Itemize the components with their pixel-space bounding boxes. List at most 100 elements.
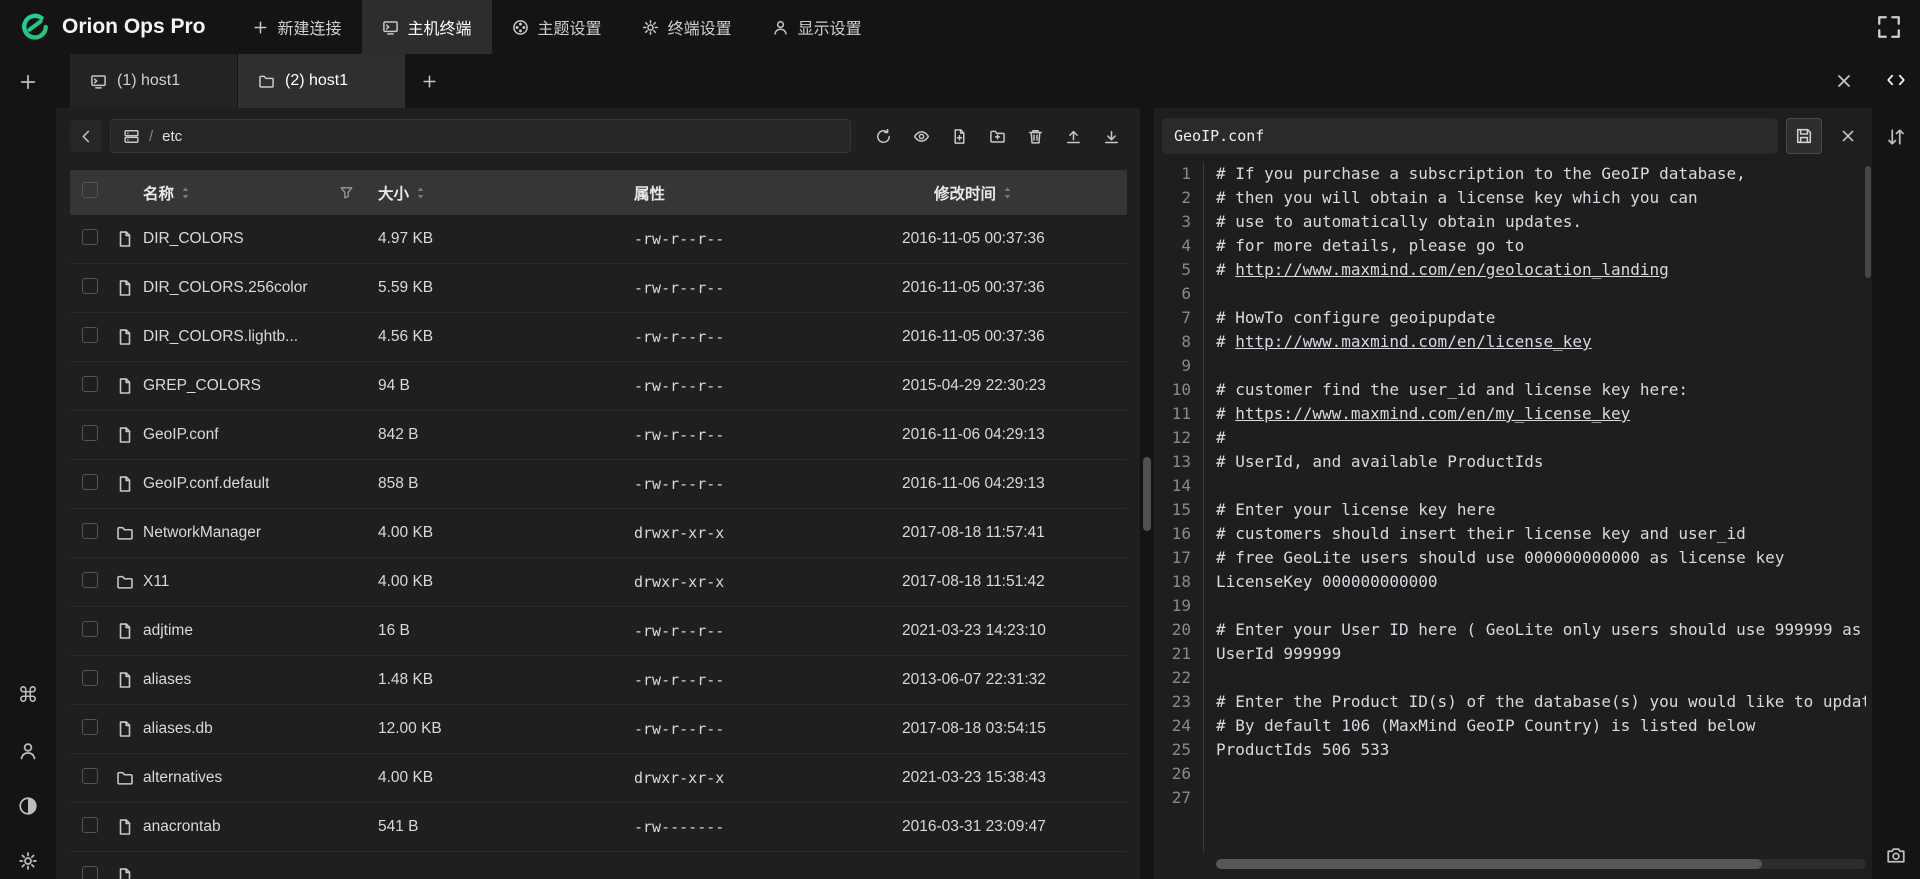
code-line[interactable]: # for more details, please go to (1216, 234, 1866, 258)
close-all-icon[interactable] (1834, 71, 1854, 91)
preview-button[interactable] (905, 120, 937, 152)
back-button[interactable] (70, 120, 102, 152)
code-line[interactable]: # If you purchase a subscription to the … (1216, 162, 1866, 186)
row-checkbox[interactable] (82, 327, 98, 343)
file-name[interactable]: alternatives (143, 769, 222, 787)
sort-mtime-icon[interactable] (1002, 185, 1013, 201)
code-line[interactable]: # use to automatically obtain updates. (1216, 210, 1866, 234)
code-line[interactable]: # By default 106 (MaxMind GeoIP Country)… (1216, 714, 1866, 738)
file-row[interactable]: DIR_COLORS.lightb...4.56 KB-rw-r--r--201… (70, 313, 1127, 362)
nav-item-host-terminal[interactable]: 主机终端 (362, 0, 492, 54)
code-line[interactable] (1216, 474, 1866, 498)
row-checkbox[interactable] (82, 523, 98, 539)
url-link[interactable]: https://www.maxmind.com/en/my_license_ke… (1235, 404, 1630, 423)
editor-code[interactable]: # If you purchase a subscription to the … (1204, 162, 1866, 853)
camera-icon[interactable] (1886, 845, 1906, 865)
file-row[interactable]: aliases.db12.00 KB-rw-r--r--2017-08-18 0… (70, 705, 1127, 754)
hscroll-thumb[interactable] (1216, 859, 1762, 869)
theme-icon[interactable] (18, 796, 38, 816)
code-line[interactable] (1216, 282, 1866, 306)
row-checkbox[interactable] (82, 817, 98, 833)
file-name[interactable]: DIR_COLORS.lightb... (143, 328, 298, 346)
save-button[interactable] (1786, 118, 1822, 154)
code-line[interactable]: # Enter your User ID here ( GeoLite only… (1216, 618, 1866, 642)
row-checkbox[interactable] (82, 768, 98, 784)
command-icon[interactable]: ⌘ (18, 686, 39, 706)
code-line[interactable] (1216, 354, 1866, 378)
delete-button[interactable] (1019, 120, 1051, 152)
settings-gear-icon[interactable] (18, 851, 38, 871)
file-row[interactable]: DIR_COLORS.256color5.59 KB-rw-r--r--2016… (70, 264, 1127, 313)
code-line[interactable]: # (1216, 426, 1866, 450)
file-row[interactable]: X114.00 KBdrwxr-xr-x2017-08-18 11:51:42 (70, 558, 1127, 607)
url-link[interactable]: http://www.maxmind.com/en/geolocation_la… (1235, 260, 1668, 279)
file-name[interactable]: DIR_COLORS (143, 230, 244, 248)
file-name[interactable]: GREP_COLORS (143, 377, 261, 395)
file-name[interactable]: GeoIP.conf (143, 426, 219, 444)
code-line[interactable] (1216, 786, 1866, 810)
file-name[interactable]: adjtime (143, 622, 193, 640)
code-line[interactable]: # customers should insert their license … (1216, 522, 1866, 546)
file-name[interactable]: DIR_COLORS.256color (143, 279, 308, 297)
file-row[interactable]: alternatives4.00 KBdrwxr-xr-x2021-03-23 … (70, 754, 1127, 803)
file-row[interactable]: GeoIP.conf842 B-rw-r--r--2016-11-06 04:2… (70, 411, 1127, 460)
code-line[interactable]: # free GeoLite users should use 00000000… (1216, 546, 1866, 570)
row-checkbox[interactable] (82, 425, 98, 441)
row-checkbox[interactable] (82, 229, 98, 245)
row-checkbox[interactable] (82, 621, 98, 637)
row-checkbox[interactable] (82, 376, 98, 392)
path-breadcrumb[interactable]: / etc (110, 119, 851, 153)
file-row[interactable]: aliases1.48 KB-rw-r--r--2013-06-07 22:31… (70, 656, 1127, 705)
tab-2[interactable]: (2) host1 (238, 54, 406, 108)
code-line[interactable] (1216, 762, 1866, 786)
file-row[interactable] (70, 852, 1127, 879)
sort-name-icon[interactable] (180, 185, 191, 201)
download-button[interactable] (1095, 120, 1127, 152)
row-checkbox[interactable] (82, 670, 98, 686)
sort-vertical-icon[interactable] (1886, 127, 1906, 147)
column-size-label[interactable]: 大小 (378, 182, 409, 204)
user-icon[interactable] (18, 741, 38, 761)
code-line[interactable]: # UserId, and available ProductIds (1216, 450, 1866, 474)
select-all-checkbox[interactable] (82, 182, 98, 198)
add-tab-button[interactable] (406, 54, 452, 108)
new-folder-button[interactable] (981, 120, 1013, 152)
code-line[interactable]: # Enter your license key here (1216, 498, 1866, 522)
editor-vertical-scrollbar-thumb[interactable] (1865, 166, 1871, 278)
file-row[interactable]: GeoIP.conf.default858 B-rw-r--r--2016-11… (70, 460, 1127, 509)
code-line[interactable]: ProductIds 506 533 (1216, 738, 1866, 762)
path-segment[interactable]: etc (162, 128, 182, 145)
fullscreen-icon[interactable] (1876, 14, 1902, 40)
file-row[interactable]: DIR_COLORS4.97 KB-rw-r--r--2016-11-05 00… (70, 215, 1127, 264)
file-name[interactable]: X11 (143, 573, 169, 591)
row-checkbox[interactable] (82, 719, 98, 735)
code-editor-icon[interactable] (1886, 70, 1906, 90)
row-checkbox[interactable] (82, 572, 98, 588)
code-line[interactable]: # then you will obtain a license key whi… (1216, 186, 1866, 210)
nav-item-new-connection[interactable]: 新建连接 (232, 0, 362, 54)
code-line[interactable] (1216, 666, 1866, 690)
panel-resize-handle[interactable] (1143, 457, 1151, 531)
code-line[interactable] (1216, 594, 1866, 618)
sort-size-icon[interactable] (415, 185, 426, 201)
refresh-button[interactable] (867, 120, 899, 152)
nav-item-display-settings[interactable]: 显示设置 (752, 0, 882, 54)
upload-button[interactable] (1057, 120, 1089, 152)
file-row[interactable]: anacrontab541 B-rw-------2016-03-31 23:0… (70, 803, 1127, 852)
code-line[interactable]: UserId 999999 (1216, 642, 1866, 666)
code-line[interactable]: # http://www.maxmind.com/en/geolocation_… (1216, 258, 1866, 282)
code-line[interactable]: # http://www.maxmind.com/en/license_key (1216, 330, 1866, 354)
file-row[interactable]: GREP_COLORS94 B-rw-r--r--2015-04-29 22:3… (70, 362, 1127, 411)
new-file-button[interactable] (943, 120, 975, 152)
row-checkbox[interactable] (82, 278, 98, 294)
tab-1[interactable]: (1) host1 (70, 54, 238, 108)
editor-filename-input[interactable]: GeoIP.conf (1162, 118, 1778, 154)
code-line[interactable]: # Enter the Product ID(s) of the databas… (1216, 690, 1866, 714)
file-row[interactable]: NetworkManager4.00 KBdrwxr-xr-x2017-08-1… (70, 509, 1127, 558)
code-line[interactable]: # customer find the user_id and license … (1216, 378, 1866, 402)
column-mtime-label[interactable]: 修改时间 (934, 182, 996, 204)
file-name[interactable]: anacrontab (143, 818, 221, 836)
row-checkbox[interactable] (82, 474, 98, 490)
column-name-label[interactable]: 名称 (143, 182, 174, 204)
file-name[interactable]: aliases.db (143, 720, 213, 738)
